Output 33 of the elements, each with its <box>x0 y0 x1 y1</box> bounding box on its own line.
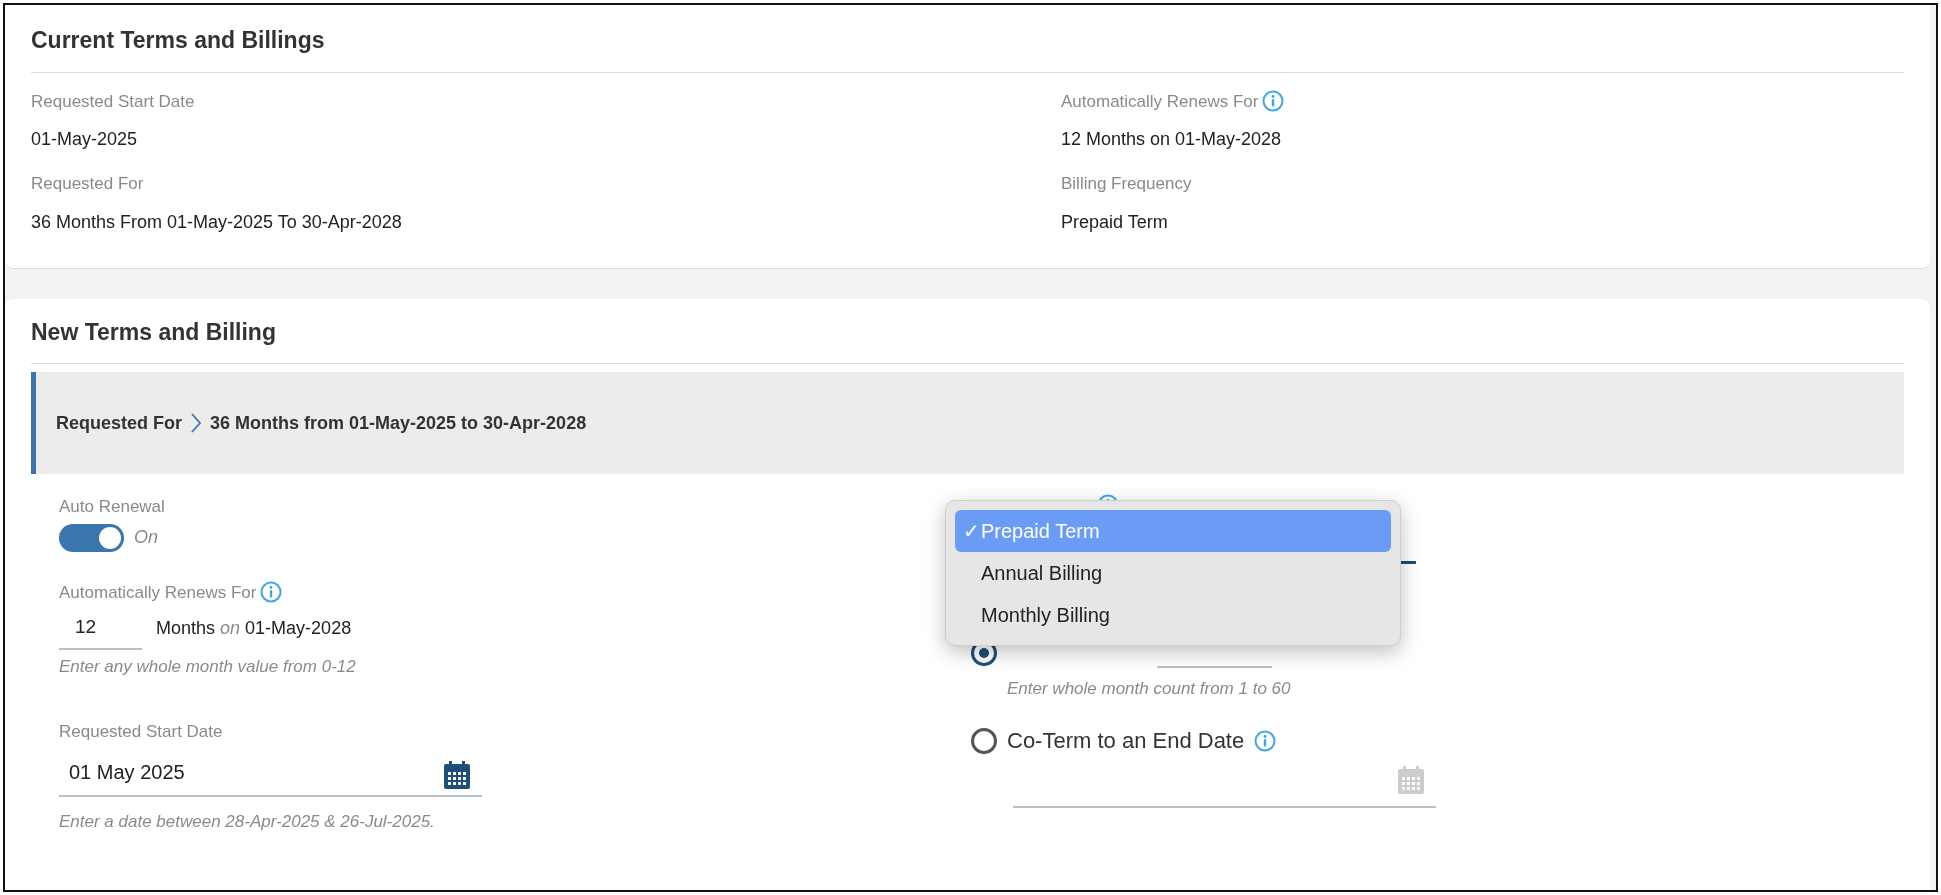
info-icon[interactable] <box>1262 90 1285 113</box>
section-title: Current Terms and Billings <box>31 23 1904 73</box>
banner-value: 36 Months from 01-May-2025 to 30-Apr-2028 <box>210 411 587 435</box>
section-title: New Terms and Billing <box>31 314 1904 364</box>
calendar-icon[interactable] <box>444 760 470 789</box>
dropdown-option[interactable]: Monthly Billing <box>955 594 1391 636</box>
info-icon[interactable] <box>260 581 283 604</box>
field-label: Requested Start Date <box>31 90 195 113</box>
banner-label: Requested For <box>56 411 183 435</box>
chevron-right-icon <box>190 412 203 434</box>
info-icon[interactable] <box>1254 729 1277 752</box>
renewal-date-text: Months on 01-May-2028 <box>156 616 352 640</box>
field-label: Automatically Renews For <box>1061 90 1259 113</box>
field-label: Auto Renewal <box>59 496 166 518</box>
hint-text: Enter any whole month value from 0-12 <box>59 655 357 678</box>
radio-label: Co-Term to an End Date <box>1007 727 1245 755</box>
field-label: Billing Frequency <box>1061 173 1192 195</box>
field-value: 12 Months on 01-May-2028 <box>1061 128 1283 151</box>
date-input[interactable]: 01 May 2025 <box>59 756 482 797</box>
dropdown-option[interactable]: Annual Billing <box>955 552 1391 594</box>
hint-text: Enter a date between 28-Apr-2025 & 26-Jul-2025. <box>59 810 436 833</box>
date-input[interactable] <box>1013 765 1436 808</box>
field-value: Prepaid Term <box>1061 210 1169 234</box>
field-label: Requested Start Date <box>59 721 224 743</box>
radio-button[interactable] <box>971 727 997 754</box>
toggle-state: On <box>134 526 158 549</box>
field-label: Requested For <box>31 173 144 195</box>
field-label: Automatically Renews For <box>59 581 257 604</box>
hint-text: Enter whole month count from 1 to 60 <box>1007 678 1292 700</box>
field-value: 01-May-2025 <box>31 128 139 151</box>
field-value: 36 Months From 01-May-2025 To 30-Apr-2028 <box>31 210 403 234</box>
months-input[interactable]: 12 <box>59 613 142 650</box>
toggle-switch[interactable] <box>59 523 124 552</box>
